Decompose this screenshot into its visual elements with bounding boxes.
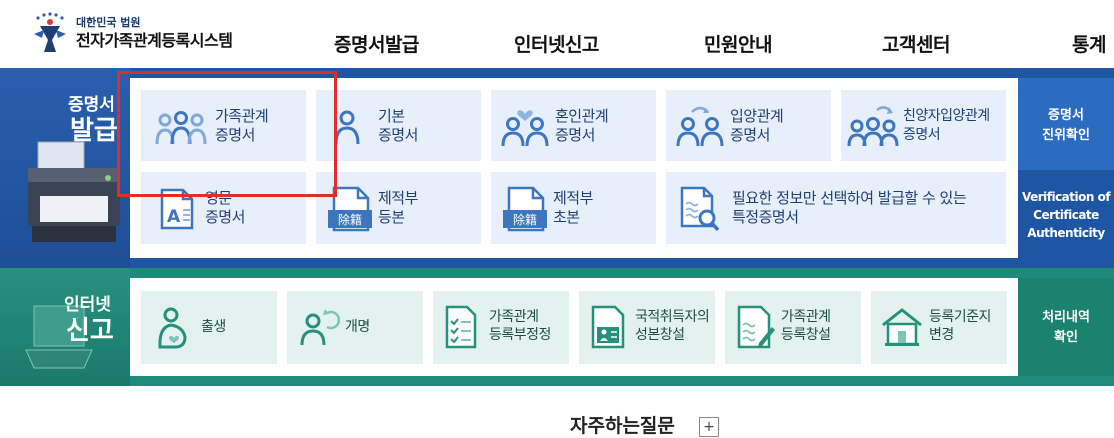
- english-doc-icon: A: [160, 188, 194, 230]
- card-correction-report[interactable]: 가족관계 등록부정정: [433, 291, 569, 364]
- processing-history-label: 처리내역 확인: [1042, 310, 1090, 345]
- adoption-icon: [676, 106, 724, 147]
- logo-subtitle: 대한민국 법원: [76, 16, 141, 29]
- printer-icon: [28, 141, 120, 242]
- card-label: 가족관계 등록부정정: [489, 309, 551, 343]
- card-label: 출생: [201, 319, 226, 335]
- card-label: 가족관계 등록창설: [781, 309, 831, 343]
- birth-icon: [158, 307, 187, 349]
- card-label: 필요한 정보만 선택하여 발급할 수 있는 특정증명서: [732, 189, 967, 226]
- card-register-creation-report[interactable]: 가족관계 등록창설: [725, 291, 861, 364]
- removed-register-glyph: 除籍: [513, 212, 537, 227]
- report-heading-area: 인터넷 신고: [0, 268, 130, 386]
- card-label: 친양자입양관계 증명서: [903, 108, 990, 143]
- site-header: 대한민국 법원 전자가족관계등록시스템 증명서발급 인터넷신고 민원안내 고객센…: [0, 0, 1114, 68]
- verify-cert-button[interactable]: 증명서 진위확인: [1018, 78, 1114, 170]
- card-label: 입양관계 증명서: [730, 107, 784, 144]
- card-label: 제적부 초본: [553, 189, 593, 226]
- card-surname-origin-report[interactable]: 국적취득자의 성본창설: [579, 291, 715, 364]
- site-logo[interactable]: 대한민국 법원 전자가족관계등록시스템: [30, 12, 233, 56]
- report-label-big: 신고: [66, 316, 114, 346]
- report-section: 인터넷 신고 출생 개명 가족관계 등록부정정 국적취득자의 성본창설 가족관계…: [0, 268, 1114, 386]
- doc-pen-icon: [737, 305, 775, 349]
- issuance-section: 증명서 발급 가족관계 증명서 기본 증명서 혼인관계 증명서 입양관계 증명서…: [0, 68, 1114, 268]
- removed-register-icon: 除籍: [503, 186, 547, 232]
- person-icon: [334, 110, 360, 145]
- nav-item-certificate[interactable]: 증명서발급: [334, 30, 419, 57]
- card-full-adoption-cert[interactable]: 친양자입양관계 증명서: [841, 90, 1006, 161]
- marriage-icon: [501, 110, 549, 147]
- faq-expand-button[interactable]: +: [699, 417, 719, 437]
- court-emblem-icon: [30, 12, 70, 56]
- svg-text:A: A: [167, 207, 181, 227]
- card-label: 혼인관계 증명서: [555, 107, 609, 144]
- card-label: 등록기준지 변경: [929, 309, 991, 343]
- rename-icon: [300, 309, 341, 346]
- issuance-heading-area: 증명서 발급: [0, 68, 130, 268]
- card-removed-register-copy[interactable]: 除籍 제적부 등본: [316, 172, 481, 244]
- card-family-relation-cert[interactable]: 가족관계 증명서: [141, 90, 306, 161]
- card-label: 국적취득자의 성본창설: [635, 309, 710, 343]
- card-rename-report[interactable]: 개명: [287, 291, 423, 364]
- card-specific-cert[interactable]: 필요한 정보만 선택하여 발급할 수 있는 특정증명서: [666, 172, 1006, 244]
- id-card-icon: [591, 305, 625, 349]
- house-icon: [882, 308, 922, 346]
- verification-authenticity-button[interactable]: Verification of Certificate Authenticity: [1018, 170, 1114, 258]
- issuance-card-panel: 가족관계 증명서 기본 증명서 혼인관계 증명서 입양관계 증명서 친양자입양관…: [130, 78, 1018, 258]
- family-three-icon: [155, 111, 207, 145]
- card-removed-register-abstract[interactable]: 除籍 제적부 초본: [491, 172, 656, 244]
- card-label: 제적부 등본: [378, 189, 418, 226]
- card-label: 개명: [345, 319, 370, 335]
- card-label: 기본 증명서: [378, 107, 418, 144]
- verification-authenticity-label: Verification of Certificate Authenticity: [1021, 190, 1111, 240]
- report-card-panel: 출생 개명 가족관계 등록부정정 국적취득자의 성본창설 가족관계 등록창설 등…: [130, 278, 1018, 376]
- card-label: 영문 증명서: [205, 189, 245, 226]
- card-english-cert[interactable]: A 영문 증명서: [141, 172, 306, 244]
- card-label: 가족관계 증명서: [215, 107, 269, 144]
- card-birth-report[interactable]: 출생: [141, 291, 277, 364]
- logo-title: 전자가족관계등록시스템: [76, 31, 233, 50]
- verify-cert-label: 증명서 진위확인: [1042, 108, 1090, 143]
- removed-register-glyph: 除籍: [338, 212, 362, 227]
- card-marriage-cert[interactable]: 혼인관계 증명서: [491, 90, 656, 161]
- card-basic-cert[interactable]: 기본 증명서: [316, 90, 481, 161]
- faq-title[interactable]: 자주하는질문: [570, 411, 675, 438]
- checklist-icon: [445, 305, 477, 349]
- card-domicile-change-report[interactable]: 등록기준지 변경: [871, 291, 1007, 364]
- processing-history-button[interactable]: 처리내역 확인: [1018, 278, 1114, 376]
- nav-item-customer[interactable]: 고객센터: [882, 30, 950, 57]
- nav-item-statistics[interactable]: 통계: [1072, 30, 1106, 57]
- full-adoption-icon: [847, 106, 899, 147]
- nav-item-report[interactable]: 인터넷신고: [514, 30, 599, 57]
- nav-item-guide[interactable]: 민원안내: [704, 30, 772, 57]
- removed-register-icon: 除籍: [328, 186, 372, 232]
- doc-search-icon: [680, 186, 720, 232]
- card-adoption-cert[interactable]: 입양관계 증명서: [666, 90, 831, 161]
